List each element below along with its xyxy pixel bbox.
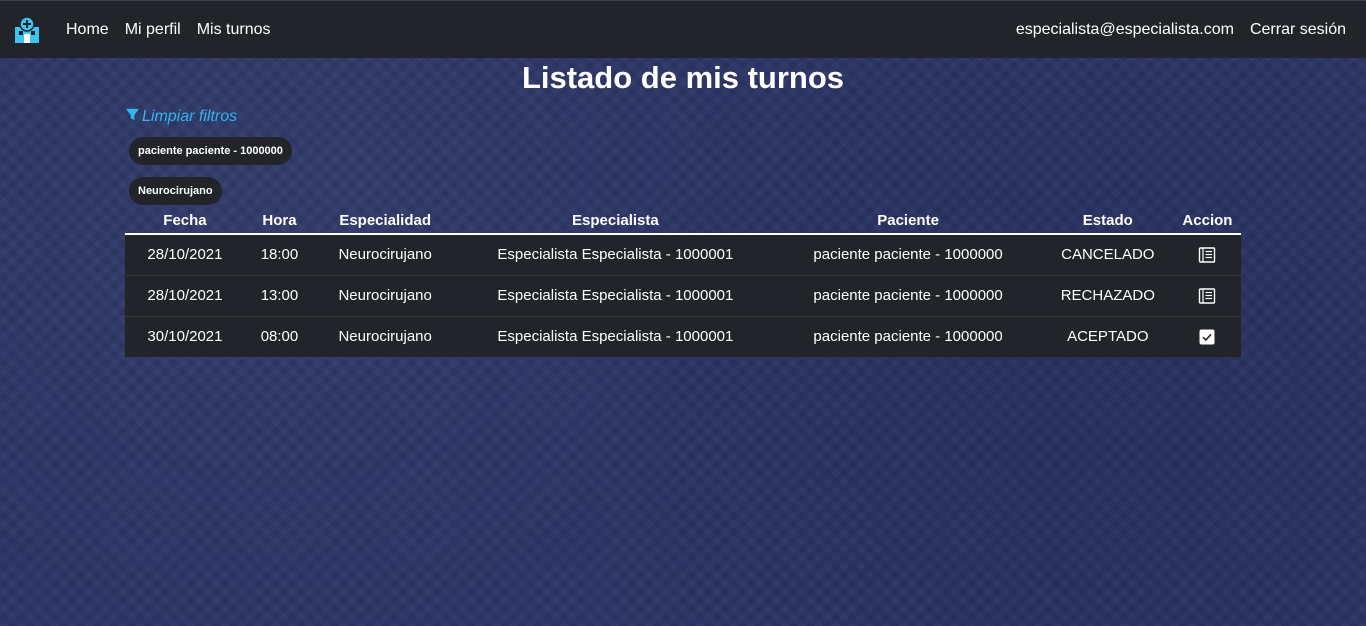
cell-estado: CANCELADO	[1061, 246, 1155, 264]
header-estado: Estado	[1041, 208, 1174, 235]
table-row: 30/10/2021 08:00 Neurocirujano Especiali…	[125, 315, 1241, 357]
nav-link-mi-perfil[interactable]: Mi perfil	[125, 21, 181, 39]
cell-especialista: Especialista Especialista - 1000001	[497, 246, 734, 264]
cell-especialidad: Neurocirujano	[314, 274, 457, 316]
cell-hora: 18:00	[260, 246, 299, 264]
cell-especialidad: Neurocirujano	[314, 315, 457, 357]
header-fecha: Fecha	[125, 208, 245, 235]
nav-links: Home Mi perfil Mis turnos	[66, 21, 271, 39]
clear-filters-link[interactable]: Limpiar filtros	[125, 107, 237, 127]
header-accion: Accion	[1173, 208, 1241, 235]
nav-link-mis-turnos[interactable]: Mis turnos	[197, 21, 271, 39]
filter-chip-paciente[interactable]: paciente paciente - 1000000	[129, 137, 292, 165]
table-header-row: Fecha Hora Especialidad Especialista Pac…	[125, 208, 1241, 235]
clear-filters-label: Limpiar filtros	[142, 108, 238, 125]
cell-paciente: paciente paciente - 1000000	[774, 315, 1042, 357]
review-icon[interactable]	[1198, 246, 1216, 264]
review-icon[interactable]	[1198, 287, 1216, 305]
table-row: 28/10/2021 13:00 Neurocirujano Especiali…	[125, 274, 1241, 316]
top-navbar: Home Mi perfil Mis turnos especialista@e…	[0, 0, 1366, 58]
cell-estado: ACEPTADO	[1041, 315, 1174, 357]
nav-link-home[interactable]: Home	[66, 21, 109, 39]
cell-fecha: 30/10/2021	[125, 315, 245, 357]
nav-user-area: especialista@especialista.com Cerrar ses…	[1016, 21, 1346, 39]
cell-especialista: Especialista Especialista - 1000001	[456, 274, 775, 316]
page-title: Listado de mis turnos	[521, 60, 845, 95]
cell-especialidad: Neurocirujano	[338, 246, 432, 264]
header-especialista: Especialista	[456, 208, 775, 235]
check-square-icon[interactable]	[1199, 329, 1215, 345]
cell-paciente: paciente paciente - 1000000	[813, 246, 1003, 264]
cell-accion	[1173, 315, 1241, 357]
table-row: 28/10/2021 18:00 Neurocirujano Especiali…	[125, 234, 1241, 275]
cell-hora: 13:00	[244, 274, 315, 316]
cell-fecha: 28/10/2021	[125, 274, 245, 316]
header-especialidad: Especialidad	[314, 208, 457, 235]
cell-accion	[1174, 234, 1241, 275]
header-hora: Hora	[244, 208, 315, 235]
cell-accion	[1173, 274, 1241, 316]
user-email-link[interactable]: especialista@especialista.com	[1016, 21, 1234, 39]
cell-estado: RECHAZADO	[1041, 274, 1174, 316]
header-paciente: Paciente	[774, 208, 1042, 235]
logout-link[interactable]: Cerrar sesión	[1250, 21, 1346, 39]
cell-fecha: 28/10/2021	[147, 246, 223, 264]
turnos-table: Fecha Hora Especialidad Especialista Pac…	[125, 208, 1241, 357]
filter-chip-especialidad[interactable]: Neurocirujano	[129, 177, 222, 205]
filter-icon	[125, 107, 140, 127]
cell-paciente: paciente paciente - 1000000	[774, 274, 1042, 316]
cell-especialista: Especialista Especialista - 1000001	[456, 315, 775, 357]
cell-hora: 08:00	[244, 315, 315, 357]
hospital-icon[interactable]	[12, 15, 42, 45]
